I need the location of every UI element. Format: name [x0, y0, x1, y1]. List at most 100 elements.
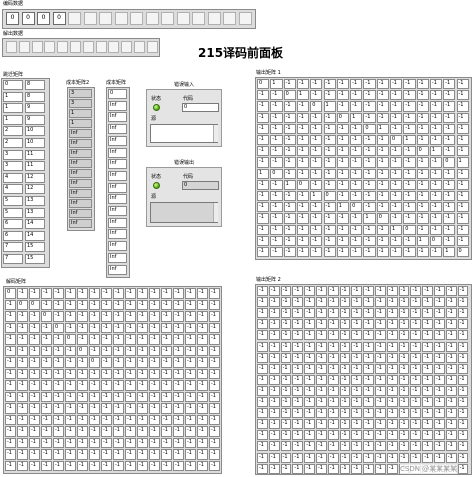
output-matrix-1-cell[interactable]: -1	[336, 235, 350, 246]
error-in-source-field[interactable]	[150, 124, 218, 143]
output-matrix-2-cell[interactable]: -1	[292, 385, 304, 396]
decode-matrix-cell[interactable]: -1	[89, 449, 100, 460]
cost-matrix-cell[interactable]: 0	[108, 89, 127, 99]
output-matrix-1-cell[interactable]: -1	[416, 179, 429, 190]
output-matrix-2-cell[interactable]: -1	[410, 330, 422, 341]
output-matrix-1-cell[interactable]: -1	[390, 247, 403, 258]
decode-matrix-cell[interactable]: -1	[185, 460, 196, 471]
output-matrix-2-cell[interactable]: -1	[445, 363, 457, 374]
output-matrix-1-cell[interactable]: -1	[429, 247, 443, 258]
output-matrix-1-cell[interactable]: -1	[296, 101, 310, 112]
output-matrix-2-cell[interactable]: -1	[292, 408, 304, 419]
output-matrix-2-cell[interactable]: -1	[363, 363, 374, 374]
output-matrix-2-cell[interactable]: -1	[339, 286, 351, 297]
output-matrix-2-cell[interactable]: -1	[339, 441, 351, 452]
decode-matrix-cell[interactable]: -1	[113, 368, 124, 379]
output-matrix-2-cell[interactable]: -1	[422, 408, 433, 419]
decode-matrix-cell[interactable]: -1	[5, 322, 16, 333]
output-matrix-2-cell[interactable]: -1	[280, 430, 292, 441]
output-matrix-1-cell[interactable]: -1	[310, 135, 323, 146]
output-matrix-2-cell[interactable]: -1	[327, 319, 339, 330]
error-out-source-scrollbar[interactable]	[213, 203, 218, 222]
encoded-data-element[interactable]	[223, 12, 236, 25]
decode-matrix-cell[interactable]: -1	[209, 426, 220, 437]
output-matrix-1-cell[interactable]: -1	[310, 157, 323, 168]
output-matrix-2-cell[interactable]: -1	[434, 341, 445, 352]
output-matrix-1-cell[interactable]: -1	[350, 191, 363, 202]
output-matrix-2-cell[interactable]: -1	[434, 385, 445, 396]
jump-matrix-cell[interactable]: 4	[3, 172, 23, 183]
output-matrix-2-cell[interactable]: -1	[398, 419, 410, 430]
output-matrix-2-cell[interactable]: -1	[422, 430, 433, 441]
output-matrix-1-cell[interactable]: -1	[376, 112, 389, 123]
decode-matrix-cell[interactable]: 0	[17, 299, 28, 310]
output-matrix-1-cell[interactable]: -1	[390, 123, 403, 134]
output-matrix-2-cell[interactable]: -1	[351, 397, 363, 408]
output-matrix-2-cell[interactable]: -1	[327, 408, 339, 419]
output-matrix-1-cell[interactable]: -1	[363, 235, 376, 246]
decode-matrix-cell[interactable]: -1	[5, 368, 16, 379]
cost-matrix-2-cell[interactable]: 1	[69, 119, 92, 128]
output-matrix-2-cell[interactable]: -1	[457, 374, 469, 385]
decode-matrix-cell[interactable]: -1	[53, 449, 64, 460]
output-matrix-1-cell[interactable]: -1	[363, 224, 376, 235]
output-matrix-1-cell[interactable]: -1	[456, 79, 469, 90]
decode-matrix-cell[interactable]: -1	[137, 437, 148, 448]
output-matrix-1-cell[interactable]: 1	[336, 202, 350, 213]
output-matrix-1-cell[interactable]: -1	[403, 235, 416, 246]
cost-matrix-2-cell[interactable]: Inf	[69, 189, 92, 198]
output-matrix-1-cell[interactable]: -1	[257, 123, 270, 134]
output-matrix-2-cell[interactable]: -1	[386, 352, 398, 363]
output-matrix-2-cell[interactable]: -1	[457, 308, 469, 319]
decode-matrix-cell[interactable]: -1	[77, 288, 88, 299]
output-matrix-2-cell[interactable]: -1	[386, 286, 398, 297]
output-matrix-1-cell[interactable]: -1	[310, 179, 323, 190]
decode-matrix-cell[interactable]: -1	[125, 391, 136, 402]
decode-matrix-cell[interactable]: -1	[197, 437, 208, 448]
output-matrix-2-cell[interactable]: -1	[316, 397, 327, 408]
output-matrix-2-cell[interactable]: -1	[351, 319, 363, 330]
decode-matrix-cell[interactable]: -1	[185, 311, 196, 322]
output-matrix-2-cell[interactable]: -1	[434, 374, 445, 385]
output-matrix-1-cell[interactable]: -1	[323, 247, 336, 258]
cost-matrix-cell[interactable]: Inf	[108, 147, 127, 158]
output-matrix-1-cell[interactable]: -1	[416, 135, 429, 146]
output-matrix-1-cell[interactable]: -1	[350, 123, 363, 134]
decode-matrix-cell[interactable]: -1	[53, 460, 64, 471]
output-matrix-1-cell[interactable]: -1	[456, 235, 469, 246]
decode-matrix-cell[interactable]: -1	[5, 391, 16, 402]
decode-matrix-cell[interactable]: -1	[89, 403, 100, 414]
error-in-code-field[interactable]: 0	[182, 103, 219, 112]
output-matrix-1-cell[interactable]: -1	[270, 146, 283, 157]
decode-matrix-cell[interactable]: -1	[53, 357, 64, 368]
jump-matrix-cell[interactable]: 1	[3, 114, 23, 125]
output-matrix-1-cell[interactable]: 1	[296, 90, 310, 101]
output-matrix-2-cell[interactable]: -1	[434, 419, 445, 430]
decode-matrix-cell[interactable]: -1	[5, 299, 16, 310]
decode-matrix-cell[interactable]: -1	[137, 288, 148, 299]
output-matrix-1-cell[interactable]: 1	[376, 123, 389, 134]
output-matrix-1-cell[interactable]: -1	[376, 90, 389, 101]
output-matrix-2-cell[interactable]: -1	[316, 286, 327, 297]
error-in-status-led[interactable]	[153, 104, 160, 111]
cost-matrix-cell[interactable]: Inf	[108, 182, 127, 193]
decode-matrix-cell[interactable]: -1	[161, 368, 172, 379]
decode-matrix-cell[interactable]: -1	[173, 426, 184, 437]
decode-matrix-cell[interactable]: -1	[125, 311, 136, 322]
decode-matrix-cell[interactable]: -1	[17, 414, 28, 425]
output-matrix-1-cell[interactable]: -1	[403, 213, 416, 224]
output-matrix-1-cell[interactable]: -1	[310, 202, 323, 213]
output-matrix-2-cell[interactable]: -1	[363, 430, 374, 441]
decode-matrix-cell[interactable]: -1	[113, 345, 124, 356]
output-matrix-2-cell[interactable]: -1	[351, 286, 363, 297]
output-matrix-2-cell[interactable]: -1	[375, 385, 386, 396]
output-matrix-2-cell[interactable]: -1	[327, 341, 339, 352]
output-matrix-1-cell[interactable]: -1	[310, 146, 323, 157]
output-matrix-1-cell[interactable]: -1	[257, 202, 270, 213]
cost-matrix-cell[interactable]: Inf	[108, 217, 127, 228]
output-matrix-1-cell[interactable]: -1	[336, 90, 350, 101]
output-matrix-2-cell[interactable]: -1	[363, 330, 374, 341]
output-matrix-1-cell[interactable]: -1	[350, 247, 363, 258]
decode-matrix-cell[interactable]: -1	[101, 299, 112, 310]
decode-matrix-cell[interactable]: -1	[125, 414, 136, 425]
